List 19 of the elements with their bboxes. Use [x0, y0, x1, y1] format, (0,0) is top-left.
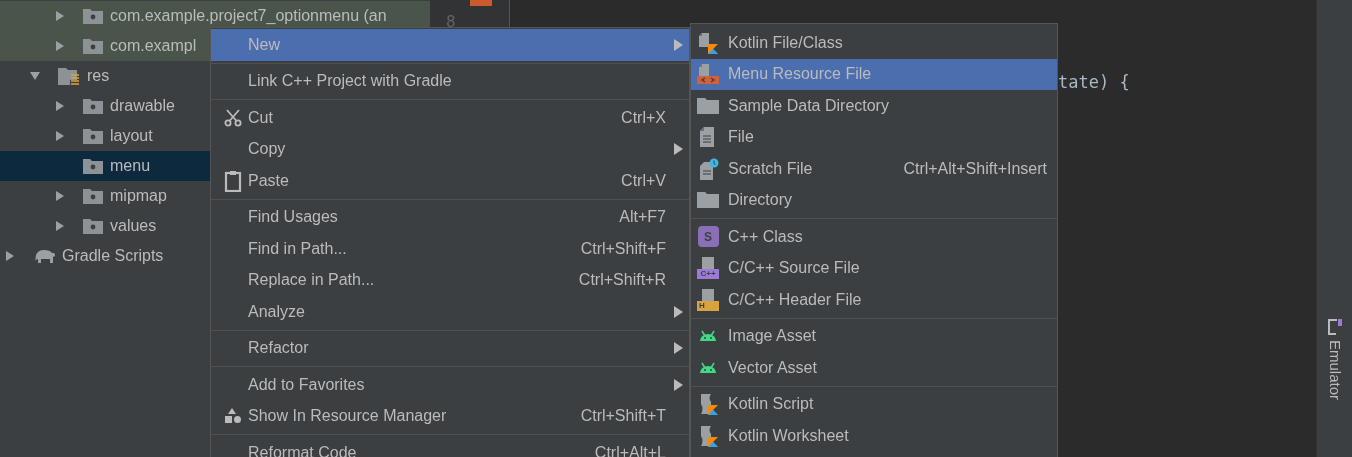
shortcut-label: Ctrl+Alt+L [594, 442, 666, 457]
shortcut-label: Ctrl+X [621, 107, 666, 128]
shortcut-label: Ctrl+Shift+F [580, 238, 666, 259]
shortcut-label: Ctrl+Shift+T [580, 406, 666, 427]
code-line: tate) { [1058, 71, 1130, 94]
tree-label: mipmap [110, 186, 167, 206]
tree-label: com.exampl [110, 36, 197, 56]
tree-label: res [87, 66, 110, 86]
tree-label: values [110, 216, 157, 236]
class-icon: S [697, 226, 719, 248]
shortcut-label: Alt+F7 [619, 207, 666, 228]
tree-label: Gradle Scripts [62, 246, 164, 266]
tree-label: drawable [110, 96, 175, 116]
tree-label: menu [110, 156, 151, 176]
tree-label: layout [110, 126, 153, 146]
tree-label: com.example.project7_optionmenu (an [110, 6, 387, 26]
shortcut-label: Ctrl+Alt+Shift+Insert [903, 158, 1047, 179]
shortcut-label: Ctrl+V [621, 170, 666, 191]
shortcut-label: Ctrl+Shift+R [578, 270, 666, 291]
